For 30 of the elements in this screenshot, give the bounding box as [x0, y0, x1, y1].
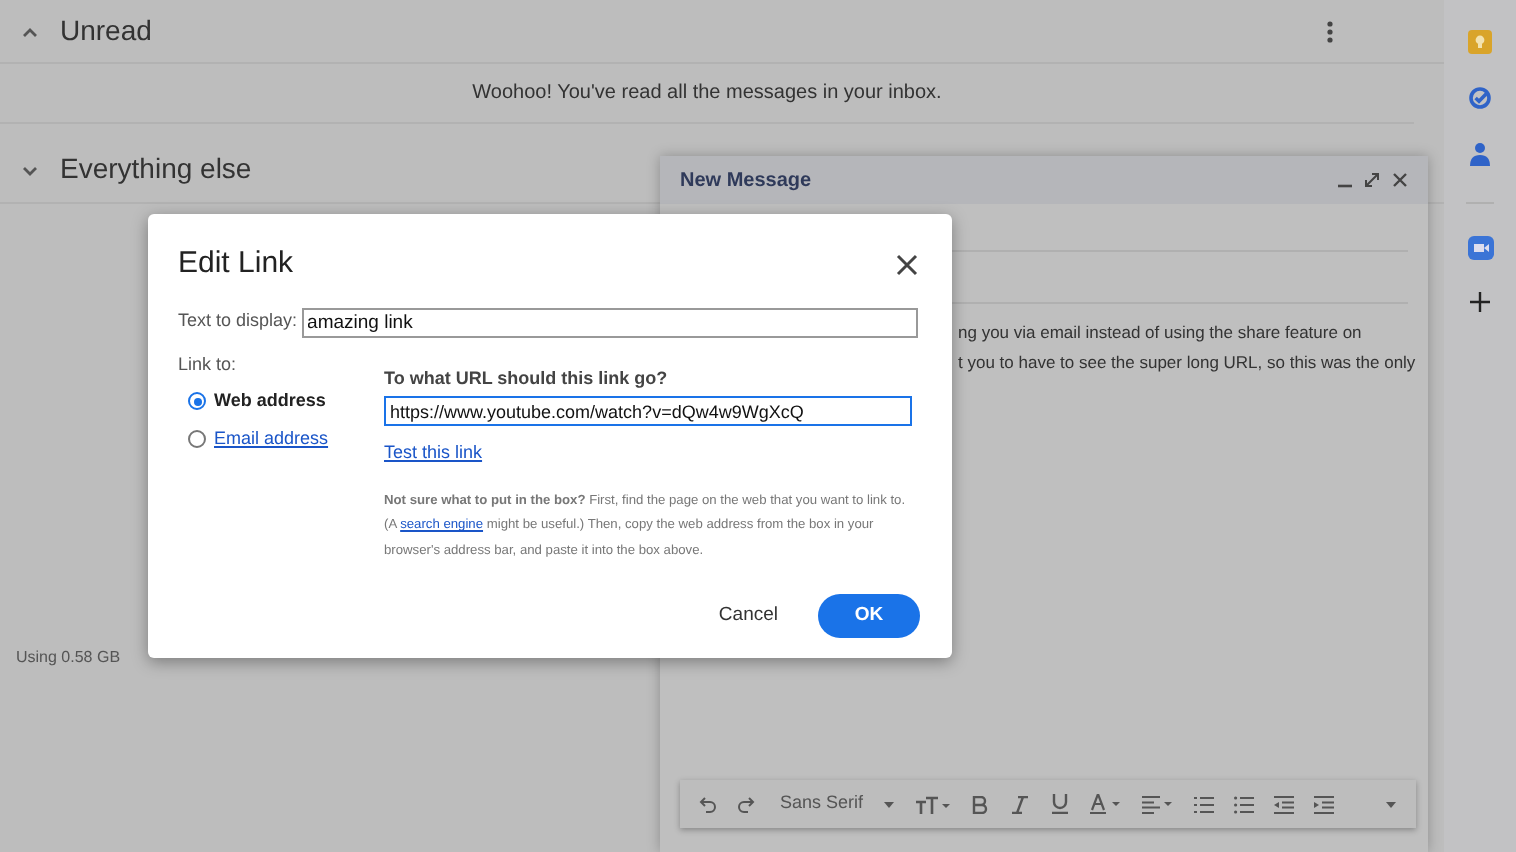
close-icon[interactable] [1392, 172, 1408, 188]
video-camera-icon[interactable] [1467, 236, 1493, 260]
message-body-line: ng you via email instead of using the share feature on [956, 320, 1364, 346]
field-label: Text to display: [178, 308, 298, 335]
font-dropdown[interactable]: Sans Serif [768, 790, 906, 818]
test-link[interactable]: Test this link [384, 440, 483, 467]
close-icon[interactable] [896, 253, 918, 276]
compose-title: New Message [680, 167, 814, 195]
storage-usage: Using 0.58 GB [16, 648, 121, 666]
caret-icon[interactable] [883, 801, 894, 807]
tasks-icon[interactable] [1468, 86, 1492, 110]
url-field[interactable]: https://www.youtube.com/watch?v=dQw4w9WgXcQ [384, 396, 912, 426]
text-to-display-field[interactable]: amazing link [301, 307, 918, 337]
cancel-button[interactable]: Cancel [710, 594, 786, 638]
ok-button[interactable]: OK [818, 594, 920, 638]
option-label[interactable]: Web address [214, 388, 326, 415]
option-link[interactable]: Email address [214, 425, 329, 452]
radio-button[interactable] [188, 429, 206, 448]
plus-icon[interactable] [1470, 292, 1490, 312]
more-icon[interactable] [1326, 19, 1334, 43]
empty-inbox-message: Woohoo! You've read all the messages in your inbox. [472, 80, 942, 108]
section-title: Everything else [60, 150, 252, 188]
dialog-title: Edit Link [178, 244, 294, 284]
message-body-line: t you to have to see the super long URL, so this was the only [956, 350, 1418, 376]
url-question: To what URL should this link go? [384, 365, 670, 392]
person-icon[interactable] [1470, 142, 1490, 166]
link-to-label: Link to: [178, 351, 239, 377]
expand-icon[interactable] [1364, 172, 1380, 188]
radio-button[interactable] [188, 392, 206, 411]
section-title: Unread [60, 12, 152, 50]
